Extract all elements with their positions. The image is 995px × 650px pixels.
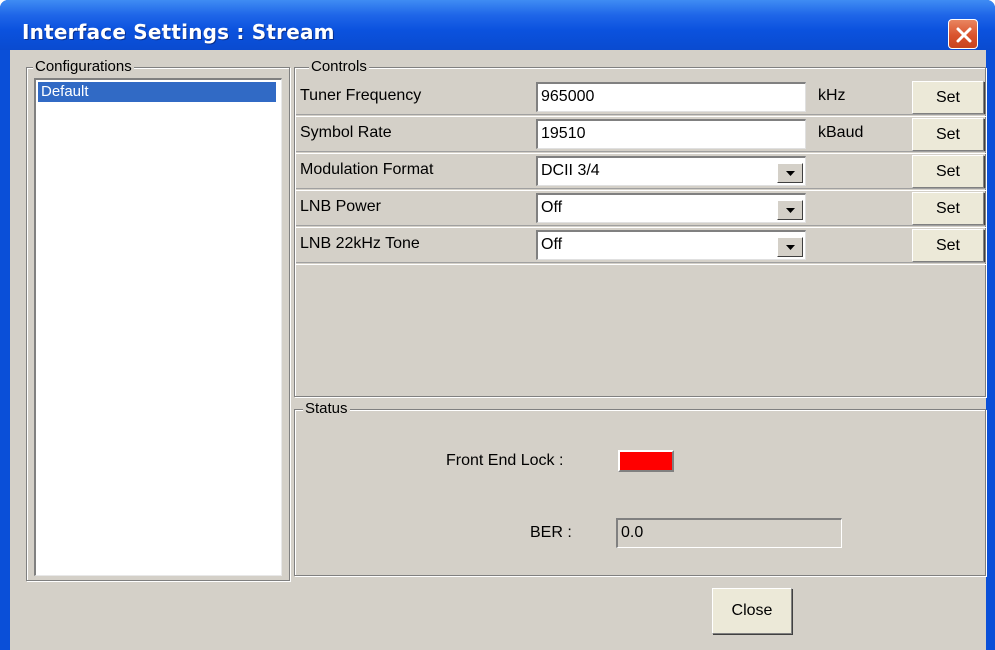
symbol-rate-input[interactable]: 19510 <box>536 119 806 149</box>
lnb-tone-select[interactable]: Off <box>536 230 806 260</box>
lnb-power-value: Off <box>541 199 563 216</box>
front-end-lock-label: Front End Lock : <box>446 452 564 469</box>
symbol-rate-unit: kBaud <box>818 124 864 141</box>
front-end-lock-indicator <box>618 450 674 472</box>
control-row-lnb-tone: LNB 22kHz Tone Off Set <box>296 228 986 265</box>
close-x-icon <box>956 27 972 43</box>
configurations-legend: Configurations <box>33 58 134 76</box>
set-modulation-format-button[interactable]: Set <box>912 155 984 188</box>
set-lnb-tone-button[interactable]: Set <box>912 229 984 262</box>
set-lnb-power-button[interactable]: Set <box>912 192 984 225</box>
row-divider <box>296 151 986 152</box>
lnb-tone-label: LNB 22kHz Tone <box>300 235 420 252</box>
tuner-frequency-input[interactable]: 965000 <box>536 82 806 112</box>
chevron-down-icon <box>786 171 795 176</box>
control-row-modulation-format: Modulation Format DCII 3/4 Set <box>296 154 986 191</box>
row-divider <box>296 188 986 189</box>
controls-legend: Controls <box>309 58 369 76</box>
status-legend: Status <box>303 400 350 418</box>
status-group: Status <box>294 400 986 576</box>
control-row-lnb-power: LNB Power Off Set <box>296 191 986 228</box>
window-title: Interface Settings : Stream <box>22 20 335 44</box>
configurations-list[interactable]: Default <box>34 78 282 576</box>
title-bar[interactable]: Interface Settings : Stream <box>0 0 995 50</box>
modulation-format-value: DCII 3/4 <box>541 162 600 179</box>
control-row-tuner-frequency: Tuner Frequency 965000 kHz Set <box>296 80 986 117</box>
tuner-frequency-unit: kHz <box>818 87 846 104</box>
close-button[interactable]: Close <box>712 588 792 634</box>
control-row-symbol-rate: Symbol Rate 19510 kBaud Set <box>296 117 986 154</box>
lnb-tone-dropdown-button[interactable] <box>777 237 803 257</box>
ber-value-field: 0.0 <box>616 518 842 548</box>
row-divider <box>296 225 986 226</box>
dialog-client-area: Configurations Default Controls Tuner Fr… <box>10 50 986 650</box>
chevron-down-icon <box>786 208 795 213</box>
modulation-format-select[interactable]: DCII 3/4 <box>536 156 806 186</box>
tuner-frequency-label: Tuner Frequency <box>300 87 422 104</box>
ber-label: BER : <box>530 524 572 541</box>
lnb-tone-value: Off <box>541 236 563 253</box>
set-tuner-frequency-button[interactable]: Set <box>912 81 984 114</box>
modulation-format-label: Modulation Format <box>300 161 434 178</box>
chevron-down-icon <box>786 245 795 250</box>
list-item-default[interactable]: Default <box>38 82 276 102</box>
row-divider <box>296 114 986 115</box>
row-divider <box>296 262 986 263</box>
modulation-format-dropdown-button[interactable] <box>777 163 803 183</box>
dialog-window: Interface Settings : Stream Configuratio… <box>0 0 995 650</box>
lnb-power-select[interactable]: Off <box>536 193 806 223</box>
lnb-power-dropdown-button[interactable] <box>777 200 803 220</box>
window-close-button[interactable] <box>948 19 978 49</box>
set-symbol-rate-button[interactable]: Set <box>912 118 984 151</box>
symbol-rate-label: Symbol Rate <box>300 124 392 141</box>
lnb-power-label: LNB Power <box>300 198 381 215</box>
